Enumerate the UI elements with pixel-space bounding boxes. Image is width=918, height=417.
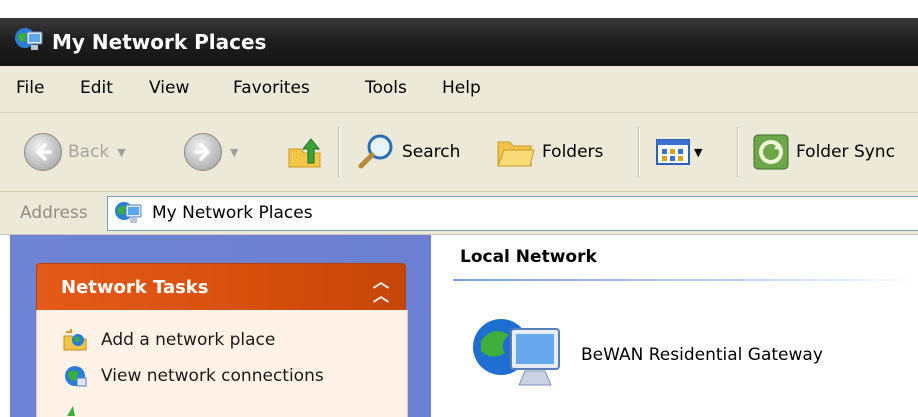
window-title: My Network Places [52,30,267,54]
menu-favorites[interactable]: Favorites [233,78,310,98]
device-label: BeWAN Residential Gateway [581,345,823,365]
task-label: View network connections [101,366,324,386]
content-pane: Local Network BeWAN Residential Gateway [431,235,918,417]
task-view-network-connections[interactable]: View network connections [63,364,324,388]
toolbar-separator [737,127,738,177]
views-icon [656,139,690,165]
network-tasks-header[interactable]: Network Tasks ︿ ︿ [36,263,406,311]
folder-sync-button[interactable]: Folder Sync [752,113,895,191]
task-partial-icon [63,402,87,417]
group-divider [453,279,918,281]
views-button[interactable]: ▼ [656,113,702,191]
menu-edit[interactable]: Edit [80,78,113,98]
address-label: Address [20,203,88,223]
folders-label: Folders [542,142,604,162]
folders-button[interactable]: Folders [496,113,603,191]
network-device-item[interactable]: BeWAN Residential Gateway [471,315,823,395]
back-dropdown-icon[interactable]: ▼ [117,146,125,159]
menu-tools[interactable]: Tools [365,78,407,98]
toolbar-separator [638,127,639,177]
network-device-icon [473,319,560,386]
search-icon [358,134,393,169]
folders-icon [497,141,535,167]
address-value: My Network Places [152,203,313,223]
folder-sync-label: Folder Sync [796,142,895,162]
forward-button[interactable]: ▼ [184,113,238,191]
network-places-icon [115,202,142,223]
forward-arrow-icon [184,133,222,171]
menu-bar: File Edit View Favorites Tools Help [0,66,918,113]
search-label: Search [402,142,461,162]
title-bar[interactable]: My Network Places [0,0,918,66]
address-input[interactable]: My Network Places [107,196,918,231]
toolbar: Back ▼ ▼ Search Folders ▼ Folder Sync [0,113,918,192]
add-network-place-icon [63,329,87,351]
address-bar: Address My Network Places [0,192,918,235]
network-places-icon [15,28,43,50]
views-dropdown-icon[interactable]: ▼ [694,146,702,159]
network-tasks-panel: Network Tasks ︿ ︿ Add a network place Vie… [36,263,408,417]
network-tasks-body: Add a network place View network connect… [36,310,408,417]
toolbar-separator [338,127,339,177]
back-label: Back [68,142,110,162]
collapse-chevron-icon[interactable]: ︿ ︿ [373,274,389,304]
task-label: Add a network place [101,330,276,350]
group-title: Local Network [460,247,597,267]
menu-help[interactable]: Help [442,78,481,98]
back-arrow-icon [24,133,62,171]
menu-view[interactable]: View [149,78,189,98]
view-connections-icon [65,366,87,387]
back-button[interactable]: Back ▼ [24,113,126,191]
search-button[interactable]: Search [356,113,460,191]
up-button[interactable] [286,113,324,191]
task-pane: Network Tasks ︿ ︿ Add a network place Vie… [10,235,431,417]
task-add-network-place[interactable]: Add a network place [63,328,275,352]
folder-sync-icon [753,134,789,170]
panel-title: Network Tasks [61,277,209,298]
up-folder-icon [288,138,321,168]
menu-file[interactable]: File [16,78,44,98]
forward-dropdown-icon[interactable]: ▼ [230,146,238,159]
